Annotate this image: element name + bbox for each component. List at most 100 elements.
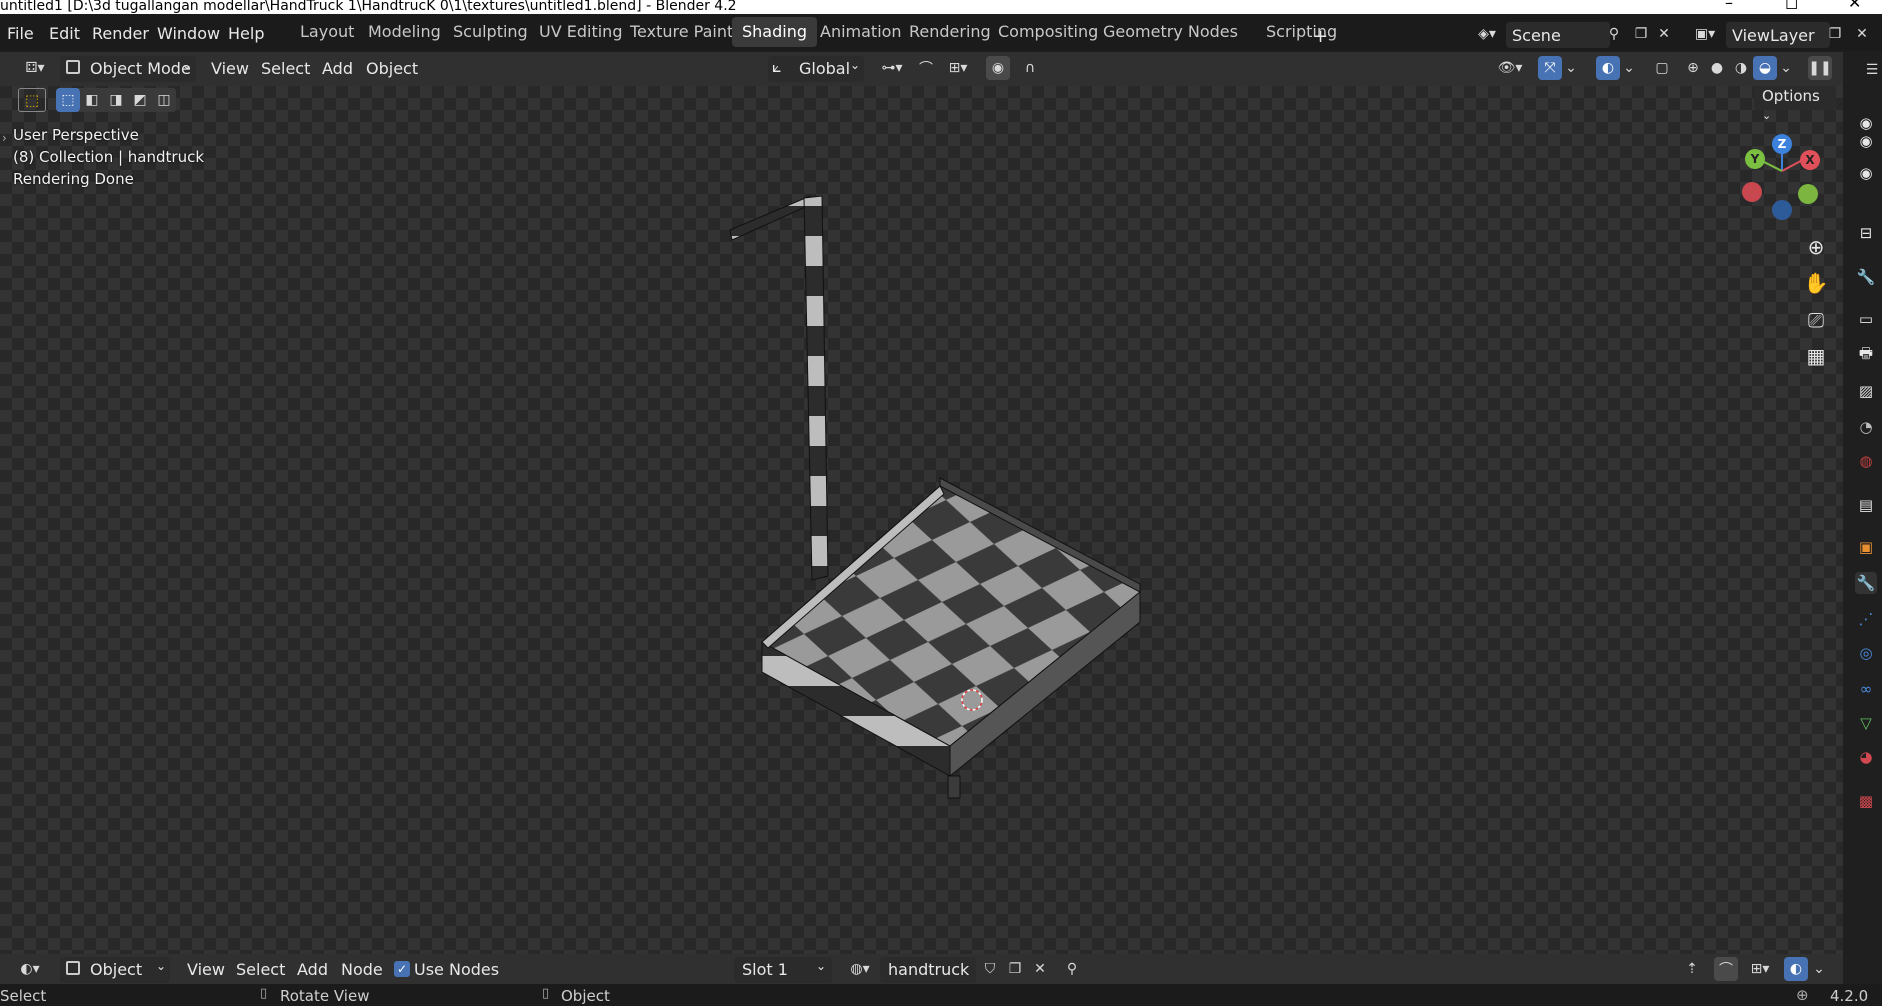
tab-compositing[interactable]: Compositing <box>988 17 1108 47</box>
menu-render[interactable]: Render <box>92 24 149 43</box>
shader-menu-view[interactable]: View <box>187 960 225 979</box>
modifier-properties-icon[interactable]: 🔧 <box>1855 572 1877 594</box>
solid-shading-icon[interactable]: ● <box>1705 56 1729 80</box>
tool-settings-icon[interactable]: 🔧 <box>1855 266 1877 288</box>
add-workspace-button[interactable]: + <box>1313 26 1328 47</box>
scene-browse-icon[interactable]: ◈▾ <box>1470 22 1504 46</box>
shader-menu-node[interactable]: Node <box>341 960 383 979</box>
menu-file[interactable]: File <box>7 24 34 43</box>
snap-icon[interactable]: ⌒ <box>914 56 938 80</box>
select-subtract-icon[interactable]: ◨ <box>104 88 128 112</box>
parent-node-tree-icon[interactable]: ⇡ <box>1680 957 1704 981</box>
delete-viewlayer-icon[interactable]: ✕ <box>1850 22 1874 46</box>
gizmo-z-axis[interactable]: Z <box>1772 134 1792 154</box>
shader-menu-add[interactable]: Add <box>297 960 328 979</box>
pan-hand-icon[interactable]: ✋ <box>1801 268 1831 298</box>
handtruck-model[interactable] <box>700 116 1180 836</box>
collection-properties-icon[interactable]: ▤ <box>1855 494 1877 516</box>
select-intersect-icon[interactable]: ◫ <box>152 88 176 112</box>
select-invert-icon[interactable]: ◩ <box>128 88 152 112</box>
pin-icon[interactable]: ⚲ <box>1060 957 1084 981</box>
viewport-menu-object[interactable]: Object <box>366 59 418 78</box>
snap-target-icon[interactable]: ⊞▾ <box>940 56 976 80</box>
3d-viewport[interactable]: ⬚ ⬚ ◧ ◨ ◩ ◫ User Perspective (8) Collect… <box>0 86 1843 954</box>
editor-type-icon[interactable]: ⚃▾ <box>18 56 52 80</box>
material-properties-icon[interactable]: ◕ <box>1855 746 1877 768</box>
node-snap-icon[interactable]: ⌒ <box>1714 957 1738 981</box>
delete-scene-icon[interactable]: ✕ <box>1652 22 1676 46</box>
new-scene-icon[interactable]: ❐ <box>1629 22 1653 46</box>
tab-scripting[interactable]: Scripting <box>1256 17 1347 47</box>
material-shading-icon[interactable]: ◑ <box>1729 56 1753 80</box>
select-tool-icon[interactable]: ⬚ <box>18 88 46 112</box>
new-material-icon[interactable]: ❐ <box>1003 957 1027 981</box>
rendered-shading-icon[interactable]: ◒ <box>1753 56 1777 80</box>
physics-properties-icon[interactable]: ◎ <box>1855 642 1877 664</box>
falloff-icon[interactable]: ∩ <box>1012 56 1048 80</box>
tab-animation[interactable]: Animation <box>810 17 912 47</box>
camera-view-icon[interactable]: ⎚ <box>1801 305 1831 335</box>
view-layer-properties-icon[interactable]: ▨ <box>1855 380 1877 402</box>
visibility-icon[interactable]: 👁▾ <box>1492 56 1528 80</box>
use-nodes-checkbox[interactable]: ✓ <box>394 961 410 977</box>
particles-properties-icon[interactable]: ⋰ <box>1855 608 1877 630</box>
tab-uv-editing[interactable]: UV Editing <box>529 17 632 47</box>
viewport-menu-add[interactable]: Add <box>322 59 353 78</box>
menu-help[interactable]: Help <box>228 24 264 43</box>
gizmo-neg-z-axis[interactable] <box>1772 200 1792 220</box>
output-properties-icon[interactable]: 🖶 <box>1855 344 1877 366</box>
node-overlay-icon[interactable]: ◐ <box>1784 957 1808 981</box>
overlay-toggle-icon[interactable]: ◐ <box>1596 56 1620 80</box>
wireframe-shading-icon[interactable]: ⊕ <box>1681 56 1705 80</box>
options-dropdown[interactable]: Options ⌄ <box>1754 86 1836 122</box>
scene-properties-icon[interactable]: ◔ <box>1855 416 1877 438</box>
outliner-collapse-icon[interactable]: ☰ <box>1860 58 1882 82</box>
shading-dropdown-icon[interactable]: ⌄ <box>1777 56 1795 80</box>
gizmo-neg-y-axis[interactable] <box>1798 184 1818 204</box>
shader-menu-select[interactable]: Select <box>236 960 285 979</box>
constraints-properties-icon[interactable]: ∞ <box>1855 678 1877 700</box>
select-new-icon[interactable]: ⬚ <box>56 88 80 112</box>
close-button[interactable]: ✕ <box>1848 0 1861 11</box>
node-overlay-dropdown-icon[interactable]: ⌄ <box>1810 957 1828 981</box>
gizmo-y-axis[interactable]: Y <box>1745 149 1765 169</box>
gizmo-x-axis[interactable]: X <box>1800 150 1820 170</box>
gizmo-toggle-icon[interactable]: ⤧ <box>1538 56 1562 80</box>
unlink-material-icon[interactable]: ✕ <box>1028 957 1052 981</box>
editor-type-properties-icon[interactable]: ⊟ <box>1855 222 1877 244</box>
minimize-button[interactable]: – <box>1725 0 1733 11</box>
xray-icon[interactable]: ▢ <box>1650 56 1674 80</box>
render-properties-icon[interactable]: ▭ <box>1855 308 1877 330</box>
tab-sculpting[interactable]: Sculpting <box>443 17 538 47</box>
world-properties-icon[interactable]: ◍ <box>1855 450 1877 472</box>
pause-render-icon[interactable]: ❚❚ <box>1808 56 1832 80</box>
node-snap-target-icon[interactable]: ⊞▾ <box>1742 957 1778 981</box>
pivot-point-icon[interactable]: ⊶▾ <box>874 56 910 80</box>
ortho-grid-icon[interactable]: ▦ <box>1801 341 1831 371</box>
gizmo-dropdown-icon[interactable]: ⌄ <box>1562 56 1580 80</box>
pin-icon[interactable]: ⚲ <box>1602 22 1626 46</box>
zoom-icon[interactable]: ⊕ <box>1801 232 1831 262</box>
proportional-edit-icon[interactable]: ◉ <box>986 56 1010 80</box>
material-browse-icon[interactable]: ◍▾ <box>842 957 878 981</box>
overlay-dropdown-icon[interactable]: ⌄ <box>1620 56 1638 80</box>
toolbar-expand-icon[interactable]: › <box>2 131 7 145</box>
viewport-menu-view[interactable]: View <box>211 59 249 78</box>
tab-shading[interactable]: Shading <box>732 17 817 47</box>
shader-editor-type-icon[interactable]: ◐▾ <box>10 957 50 981</box>
tab-layout[interactable]: Layout <box>290 17 364 47</box>
fake-user-shield-icon[interactable]: ⛉ <box>978 957 1002 981</box>
viewlayer-browse-icon[interactable]: ▣▾ <box>1686 22 1724 46</box>
camera-snapshot-icon-2[interactable]: ◉ <box>1855 130 1877 152</box>
texture-properties-icon[interactable]: ▩ <box>1855 790 1877 812</box>
object-data-properties-icon[interactable]: ▽ <box>1855 712 1877 734</box>
menu-edit[interactable]: Edit <box>49 24 80 43</box>
maximize-button[interactable]: ◻ <box>1785 0 1798 11</box>
menu-window[interactable]: Window <box>157 24 220 43</box>
gizmo-neg-x-axis[interactable] <box>1742 182 1762 202</box>
tab-rendering[interactable]: Rendering <box>899 17 1001 47</box>
new-viewlayer-icon[interactable]: ❐ <box>1823 22 1847 46</box>
tab-geometry-nodes[interactable]: Geometry Nodes <box>1093 17 1248 47</box>
select-extend-icon[interactable]: ◧ <box>80 88 104 112</box>
object-properties-icon[interactable]: ▣ <box>1855 536 1877 558</box>
